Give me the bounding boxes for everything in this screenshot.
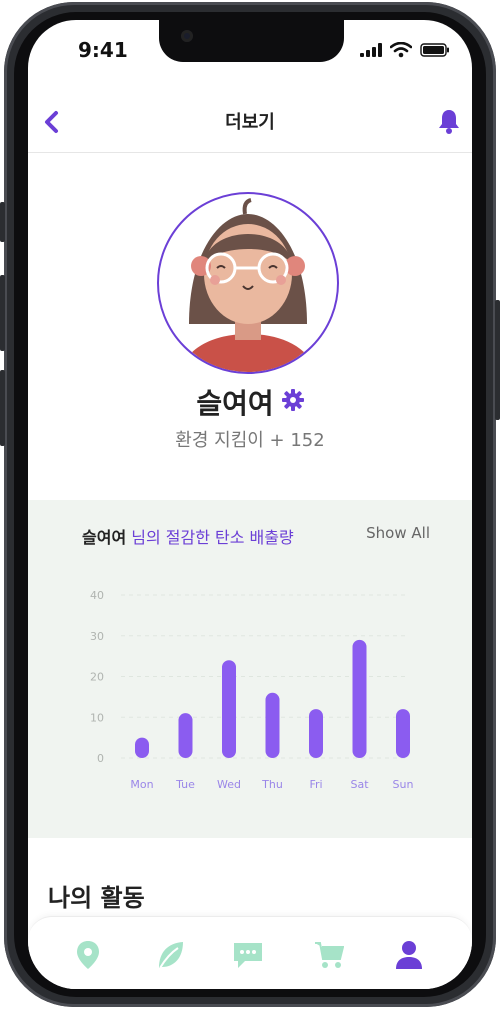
bottom-tab-bar <box>28 916 472 989</box>
gear-icon[interactable] <box>281 389 304 415</box>
bell-icon[interactable] <box>438 108 460 138</box>
x-tick-label: Sat <box>350 778 369 791</box>
chat-icon <box>234 943 262 968</box>
wifi-icon <box>390 42 412 58</box>
map-pin-icon <box>77 941 99 969</box>
volume-down-button <box>0 370 5 446</box>
leaf-icon <box>159 942 183 969</box>
bar-sat <box>352 639 367 758</box>
bar-fri <box>309 709 323 758</box>
bar-mon <box>135 737 149 758</box>
mute-switch <box>0 202 5 242</box>
app-header: 더보기 <box>28 100 472 153</box>
signal-icon <box>360 43 382 57</box>
status-time: 9:41 <box>78 38 128 62</box>
weekly-bar-chart: 40 30 20 10 0 Mon Tue Wed Thu Fri Sat Sun <box>90 589 414 791</box>
power-button <box>495 300 500 420</box>
profile-subtitle: 환경 지킴이 + 152 <box>175 430 325 451</box>
avatar-illustration <box>179 198 317 372</box>
x-tick-label: Tue <box>175 778 195 791</box>
x-tick-label: Thu <box>261 778 283 791</box>
status-icons <box>360 42 450 58</box>
y-tick-label: 10 <box>90 711 104 724</box>
profile-name: 슬여여 <box>196 387 274 420</box>
y-tick-label: 30 <box>90 630 104 643</box>
page-title: 더보기 <box>225 112 275 133</box>
notch <box>159 20 344 62</box>
bar-wed <box>222 660 236 758</box>
volume-up-button <box>0 275 5 351</box>
tab-profile[interactable] <box>393 939 425 971</box>
tab-community[interactable] <box>232 939 264 971</box>
y-tick-label: 40 <box>90 589 104 602</box>
tab-map[interactable] <box>72 939 104 971</box>
screen: 9:41 더보기 슬여여 환경 지킴이 + 152 슬여여 님의 절감한 탄소 … <box>28 20 472 989</box>
carbon-stats-panel: 슬여여 님의 절감한 탄소 배출량 Show All 40 30 20 10 0 Mon T… <box>28 500 472 838</box>
y-tick-label: 20 <box>90 671 104 684</box>
battery-icon <box>420 43 449 57</box>
bar-thu <box>265 692 280 758</box>
camera <box>181 30 193 42</box>
x-tick-label: Wed <box>217 778 241 791</box>
activity-title: 나의 활동 <box>48 884 145 912</box>
cart-icon <box>315 942 344 968</box>
user-icon <box>396 941 422 969</box>
bar-tue <box>178 713 193 758</box>
tab-shop[interactable] <box>313 939 345 971</box>
bar-sun <box>396 709 410 758</box>
y-tick-label: 0 <box>97 752 104 765</box>
profile-name-row: 슬여여 <box>28 382 472 422</box>
x-tick-label: Mon <box>130 778 153 791</box>
tab-eco[interactable] <box>154 939 186 971</box>
x-tick-label: Fri <box>309 778 322 791</box>
avatar <box>157 192 339 374</box>
x-tick-label: Sun <box>393 778 414 791</box>
